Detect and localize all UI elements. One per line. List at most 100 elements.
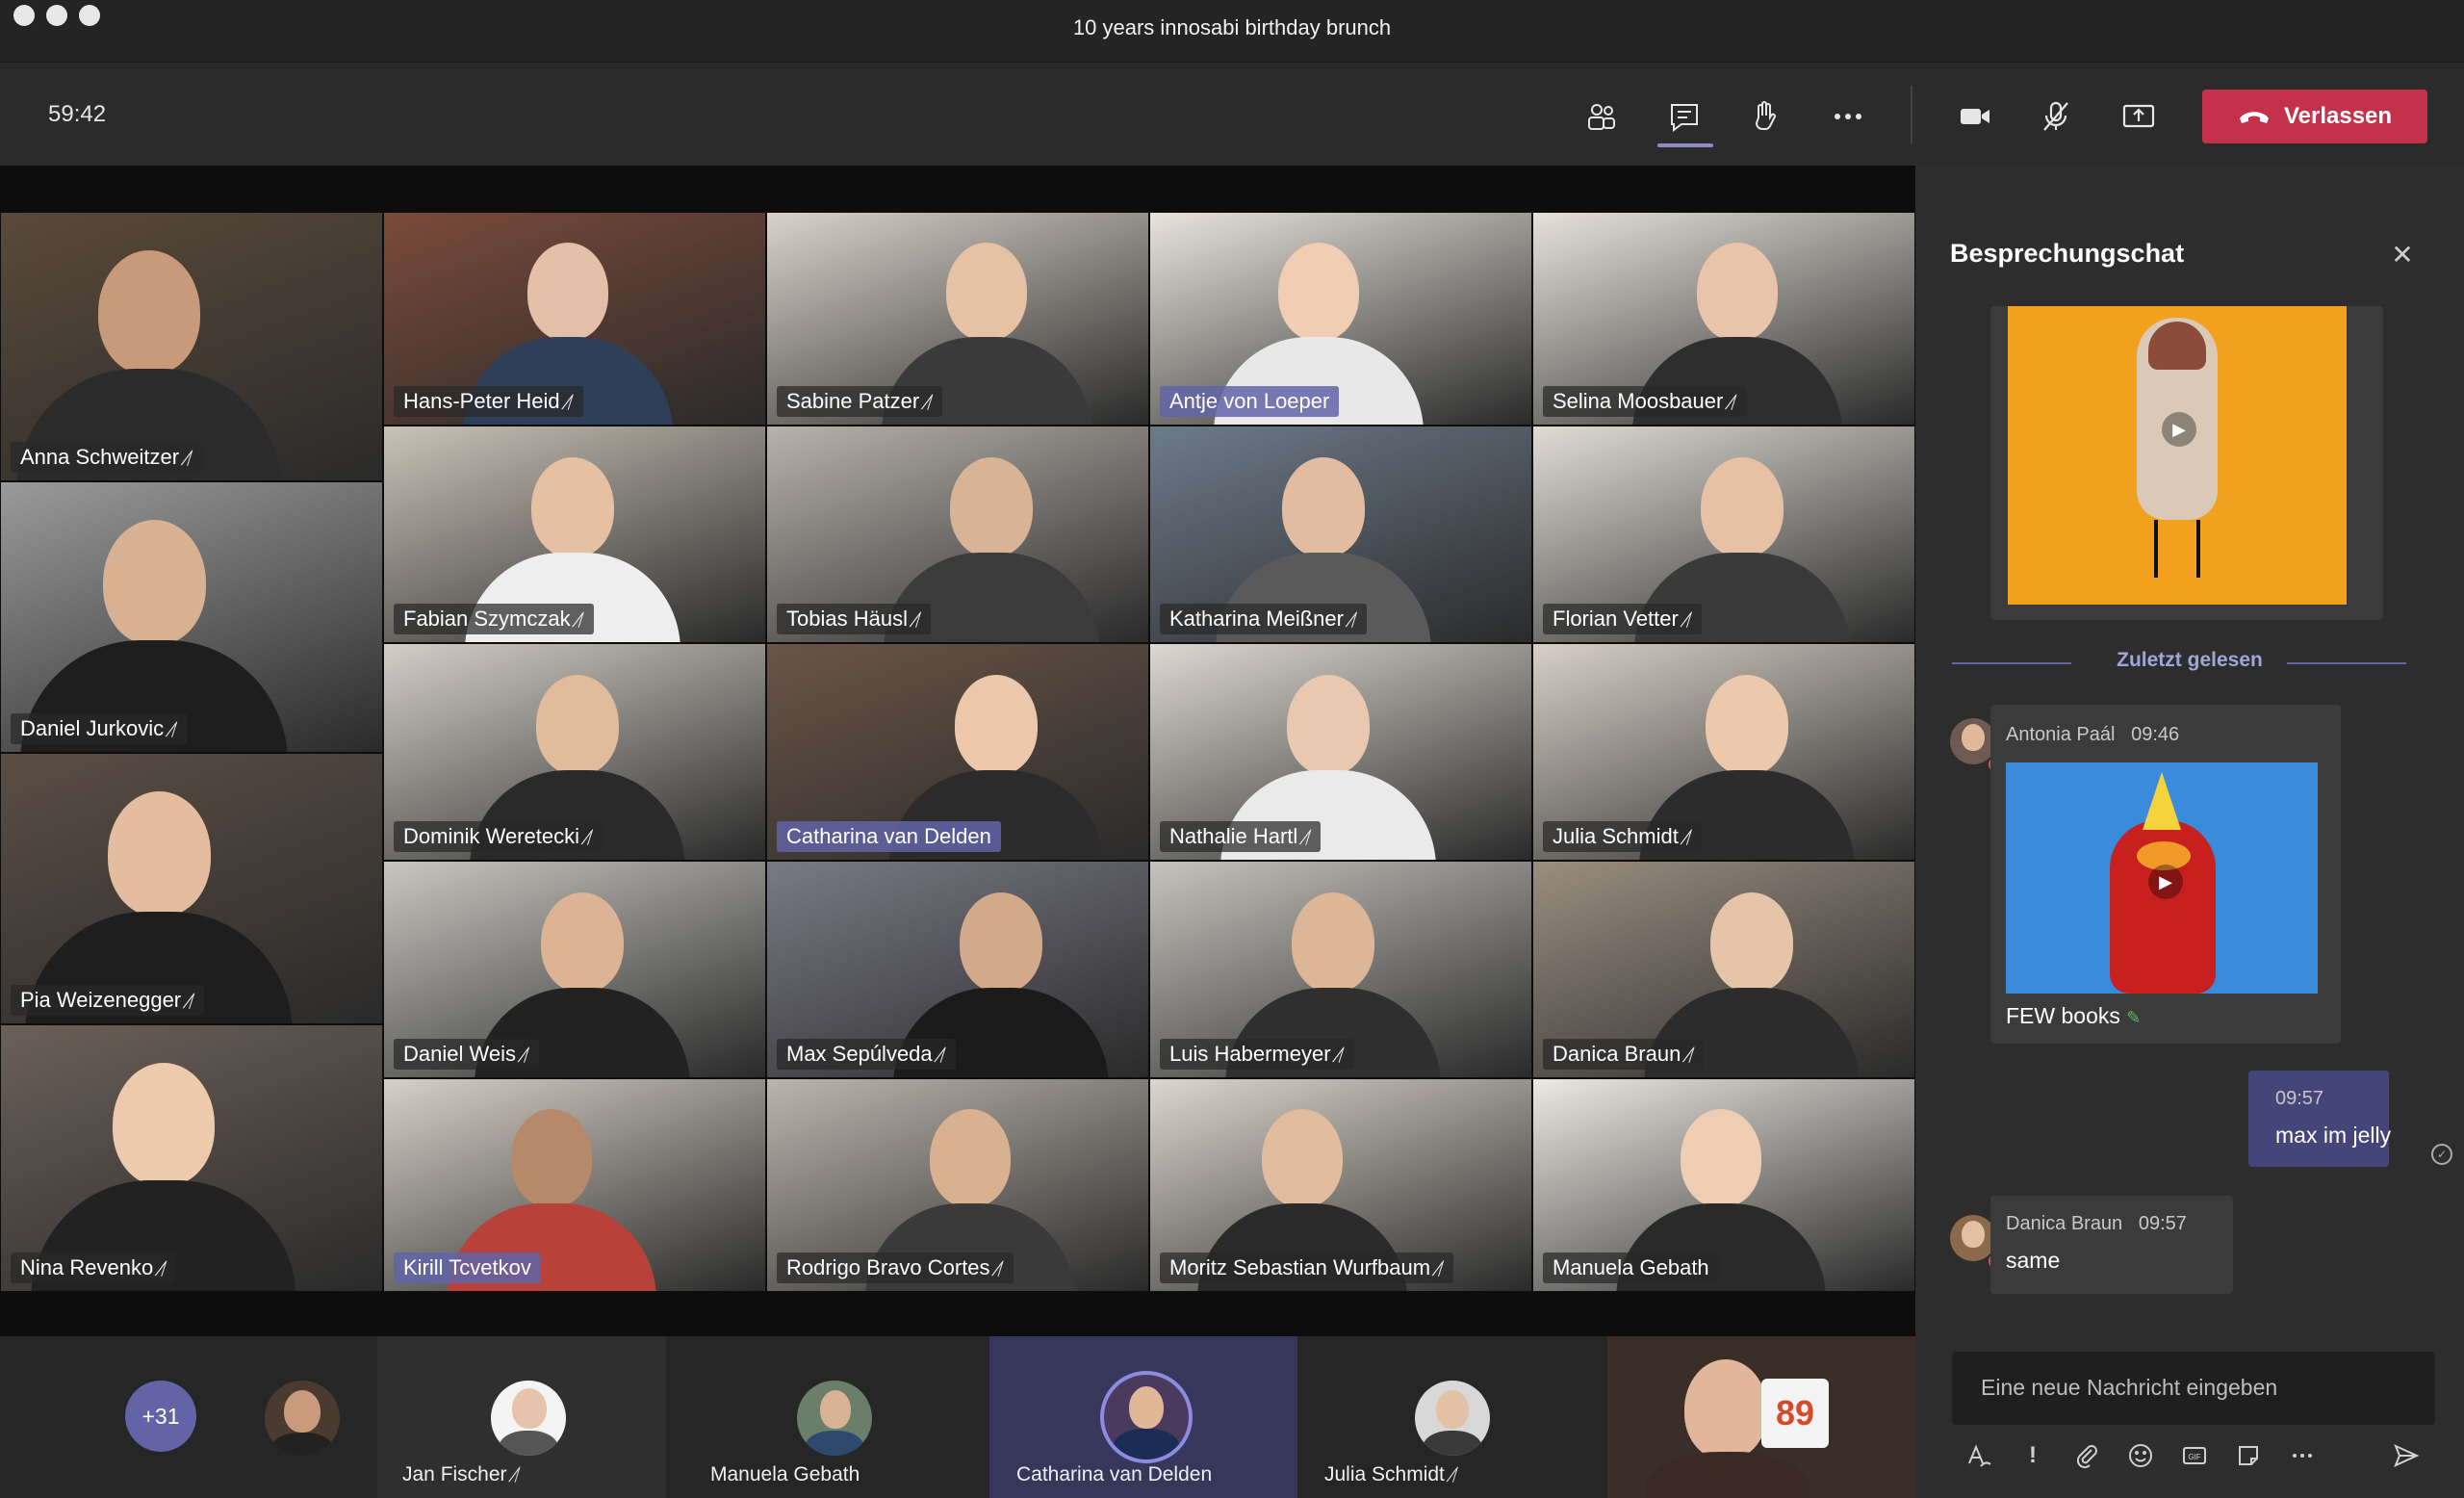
participant-name: Anna Schweitzer [20,445,180,469]
participant-nametag: Tobias Häusl ⧸̸ [777,604,932,634]
mic-muted-icon: ⧸̸ [187,449,193,468]
video-tile[interactable]: Catharina van Delden [766,643,1149,861]
video-tile[interactable]: Nina Revenko ⧸̸ [0,1024,383,1292]
gif-button[interactable]: GIF [2175,1436,2214,1475]
participant-nametag: Pia Weizenegger ⧸̸ [11,985,205,1016]
participant-name: Hans-Peter Heid [403,389,560,413]
self-preview-video: 89 [1607,1336,1915,1498]
meeting-toolbar: 59:42 Verlassen [0,62,2464,167]
mic-muted-icon: ⧸̸ [1685,610,1692,630]
video-tile[interactable]: Anna Schweitzer ⧸̸ [0,212,383,481]
important-button[interactable]: ! [2014,1436,2052,1475]
participant-nametag: Rodrigo Bravo Cortes ⧸̸ [777,1253,1014,1283]
close-chat-button[interactable]: ✕ [2383,235,2422,273]
participant-face [527,243,608,341]
gif-image: ▶ [2008,306,2347,605]
video-tile[interactable]: Pia Weizenegger ⧸̸ [0,753,383,1024]
attach-button[interactable] [2067,1436,2106,1475]
share-screen-icon [2122,104,2155,128]
participant-face [960,892,1042,993]
hang-up-icon [2239,112,2269,123]
video-tile[interactable]: Dominik Weretecki ⧸̸ [383,643,766,861]
compose-box [1952,1352,2435,1425]
video-tile[interactable]: Luis Habermeyer ⧸̸ [1149,861,1532,1078]
roster-name: Catharina van Delden [1016,1463,1213,1485]
video-tile[interactable]: Tobias Häusl ⧸̸ [766,426,1149,643]
message-card[interactable]: Danica Braun 09:57 same [1990,1196,2233,1294]
play-icon[interactable]: ▶ [2162,412,2196,447]
message-text: same [2006,1248,2061,1273]
roster-person-4[interactable]: Julia Schmidt ⧸̸ [1301,1336,1590,1498]
mic-muted-icon: ⧸̸ [161,1259,167,1278]
video-tile[interactable]: Florian Vetter ⧸̸ [1532,426,1915,643]
video-tile[interactable]: Danica Braun ⧸̸ [1532,861,1915,1078]
attach-icon [2076,1445,2097,1469]
mic-muted-icon: ⧸̸ [1350,610,1358,630]
video-tile[interactable]: Moritz Sebastian Wurfbaum ⧸̸ [1149,1078,1532,1292]
emoji-button[interactable] [2121,1436,2160,1475]
participants-icon [1588,104,1615,130]
more-actions-button[interactable] [1821,91,1875,142]
video-tile[interactable]: Daniel Jurkovic ⧸̸ [0,481,383,753]
participant-name: Nathalie Hartl [1169,824,1298,848]
my-message-card[interactable]: 09:57 max im jelly [2248,1071,2391,1167]
message-card[interactable]: Antonia Paál 09:46 ▶ FEW books ✎ [1990,705,2341,1044]
video-tile[interactable]: Rodrigo Bravo Cortes ⧸̸ [766,1078,1149,1292]
video-tile[interactable]: Hans-Peter Heid ⧸̸ [383,212,766,426]
participant-face [536,675,619,775]
mic-muted-icon: ⧸̸ [927,393,934,412]
participant-name: Luis Habermeyer [1169,1042,1331,1066]
participant-face [102,520,206,645]
participant-name: Nina Revenko [20,1255,154,1279]
raise-hand-icon [1755,101,1776,131]
share-screen-button[interactable] [2112,91,2166,142]
video-tile[interactable]: Max Sepúlveda ⧸̸ [766,861,1149,1078]
roster-person-1[interactable]: Jan Fischer ⧸̸ [377,1336,666,1498]
more-participants-badge[interactable]: +31 [125,1381,196,1452]
video-tile[interactable]: Kirill Tcvetkov [383,1078,766,1292]
meeting-timer: 59:42 [48,101,107,127]
roster-person-0[interactable] [241,1336,375,1498]
message-input[interactable] [1952,1352,2435,1423]
participant-face [1282,457,1365,557]
video-tile[interactable]: Fabian Szymczak ⧸̸ [383,426,766,643]
video-tile[interactable]: Selina Moosbauer ⧸̸ [1532,212,1915,426]
participant-face [1262,1109,1343,1207]
video-tile[interactable]: Julia Schmidt ⧸̸ [1532,643,1915,861]
more-options-button[interactable] [2283,1436,2322,1475]
format-button[interactable] [1960,1436,1998,1475]
gif-message[interactable]: ▶ [1990,306,2383,620]
video-tile[interactable]: Nathalie Hartl ⧸̸ [1149,643,1532,861]
mic-muted-icon [2043,101,2068,131]
raise-hand-button[interactable] [1738,91,1792,142]
mic-muted-icon: ⧸̸ [914,610,922,630]
participants-button[interactable] [1575,91,1629,142]
message-time: 09:57 [2275,1088,2324,1109]
participant-name: Julia Schmidt [1553,824,1679,848]
leave-button[interactable]: Verlassen [2202,90,2427,143]
avatar [1415,1381,1490,1456]
mic-muted-icon: ⧸̸ [1685,828,1692,847]
camera-button[interactable] [1948,91,2002,142]
gif-image: ▶ [2006,762,2318,994]
sticker-button[interactable] [2229,1436,2268,1475]
video-tile[interactable]: Antje von Loeper [1149,212,1532,426]
video-tile[interactable]: Manuela Gebath [1532,1078,1915,1292]
participant-nametag: Manuela Gebath [1543,1253,1719,1283]
play-icon[interactable]: ▶ [2148,865,2183,899]
send-button[interactable] [2387,1436,2426,1475]
chat-button[interactable] [1657,91,1711,142]
mic-muted-icon: ⧸̸ [997,1259,1004,1278]
roster-person-3[interactable]: Catharina van Delden [989,1336,1297,1498]
participant-name: Selina Moosbauer [1553,389,1724,413]
participant-nametag: Kirill Tcvetkov [394,1253,541,1283]
participant-face [946,243,1027,341]
video-tile[interactable]: Katharina Meißner ⧸̸ [1149,426,1532,643]
roster-person-2[interactable]: Manuela Gebath [683,1336,972,1498]
participant-face [1681,1109,1761,1207]
mic-muted-icon: ⧸̸ [1451,1465,1459,1485]
video-tile[interactable]: Daniel Weis ⧸̸ [383,861,766,1078]
participant-nametag: Catharina van Delden [777,821,1001,852]
video-tile[interactable]: Sabine Patzer ⧸̸ [766,212,1149,426]
microphone-button[interactable] [2029,91,2083,142]
